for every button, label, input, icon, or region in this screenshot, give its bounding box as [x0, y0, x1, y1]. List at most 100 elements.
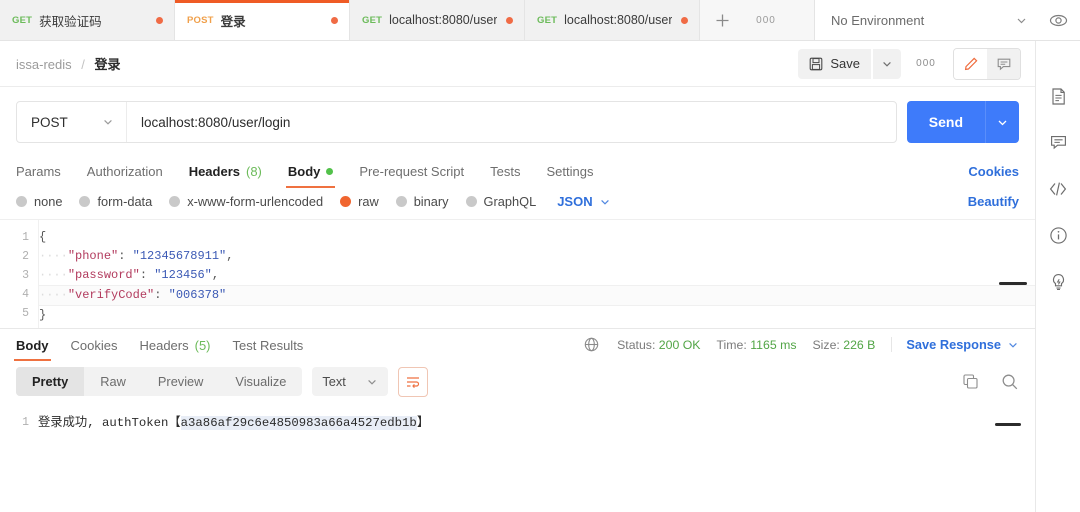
response-auth-token: a3a86af29c6e4850983a66a4527edb1b [180, 415, 417, 430]
editor-horizontal-scrollbar[interactable] [999, 282, 1027, 285]
http-method-value: POST [31, 114, 68, 130]
tab-pre-request-script[interactable]: Pre-request Script [359, 164, 464, 188]
code-line-5: } [39, 306, 1035, 325]
save-response-button[interactable]: Save Response [891, 337, 1019, 352]
document-icon[interactable] [1049, 87, 1068, 106]
tab-params[interactable]: Params [16, 164, 61, 188]
body-type-binary[interactable]: binary [395, 194, 449, 209]
response-horizontal-scrollbar[interactable] [995, 422, 1021, 426]
status-value: 200 OK [658, 337, 701, 352]
tab-settings[interactable]: Settings [547, 164, 594, 188]
environment-selector[interactable]: No Environment [831, 13, 1036, 28]
breadcrumb-collection[interactable]: issa-redis [16, 57, 72, 72]
tab-method-3: GET [537, 14, 558, 26]
response-body-viewer[interactable]: 1 登录成功, authToken【a3a86af29c6e4850983a66… [0, 405, 1035, 512]
body-type-urlencoded[interactable]: x-www-form-urlencoded [169, 194, 323, 209]
tab-headers[interactable]: Headers (8) [189, 164, 262, 188]
response-tab-cookies[interactable]: Cookies [71, 338, 118, 361]
request-tab-2[interactable]: GET localhost:8080/user/in [350, 0, 525, 40]
comment-icon[interactable] [1049, 133, 1068, 152]
tab-params-label: Params [16, 164, 61, 179]
indent: ···· [39, 288, 68, 302]
response-tab-cookies-label: Cookies [70, 338, 118, 353]
punct: : [118, 249, 133, 263]
time-label: Time: [716, 337, 747, 352]
view-mode-visualize[interactable]: Visualize [219, 367, 302, 396]
workspace: issa-redis / 登录 Save 000 POST localhost:… [0, 41, 1080, 512]
breadcrumb-separator: / [81, 57, 85, 72]
request-tab-0[interactable]: GET 获取验证码 [0, 0, 175, 40]
response-tab-test-results[interactable]: Test Results [233, 338, 304, 361]
status-label: Status: [617, 337, 656, 352]
response-tab-body[interactable]: Body [14, 338, 50, 361]
comment-icon[interactable] [987, 48, 1020, 79]
body-type-graphql[interactable]: GraphQL [465, 194, 537, 209]
chevron-down-icon [1015, 14, 1028, 27]
http-method-selector[interactable]: POST [17, 102, 127, 142]
tab-bar: GET 获取验证码 POST 登录 GET localhost:8080/use… [0, 0, 1080, 41]
request-section-tabs: Params Authorization Headers (8) Body Pre… [0, 155, 1035, 188]
tabs-more-button[interactable]: 000 [744, 0, 788, 40]
tab-body[interactable]: Body [285, 164, 335, 188]
url-input[interactable]: localhost:8080/user/login [127, 102, 896, 142]
punct: , [211, 268, 220, 282]
response-tab-headers[interactable]: Headers (5) [139, 338, 210, 361]
environment-label: No Environment [831, 12, 925, 28]
breadcrumb-request: 登录 [94, 57, 121, 72]
response-format-selector[interactable]: Text [312, 367, 389, 396]
save-options-button[interactable] [873, 48, 901, 79]
size-field: Size: 226 B [812, 338, 875, 352]
beautify-link[interactable]: Beautify [968, 194, 1019, 209]
request-tab-3[interactable]: GET localhost:8080/user/pa [525, 0, 700, 40]
indent: ···· [39, 268, 68, 282]
new-tab-button[interactable] [700, 0, 744, 40]
body-type-none-label: none [34, 194, 63, 209]
tab-tests[interactable]: Tests [490, 164, 520, 188]
radio-circle [16, 196, 27, 207]
view-mode-pretty[interactable]: Pretty [16, 367, 85, 396]
line-number: 3 [22, 269, 29, 282]
size-value: 226 B [843, 337, 876, 352]
response-tab-headers-count: (5) [194, 338, 211, 353]
request-body-editor[interactable]: 1 2 3 4 5 { ····"phone": "12345678911", … [0, 219, 1035, 328]
save-button[interactable]: Save [798, 48, 871, 79]
body-type-none[interactable]: none [16, 194, 62, 209]
editor-code-area[interactable]: { ····"phone": "12345678911", ····"passw… [38, 220, 1035, 328]
tab-authorization[interactable]: Authorization [87, 164, 163, 188]
request-tab-1[interactable]: POST 登录 [175, 0, 350, 40]
tab-title-2: localhost:8080/user/in [389, 13, 498, 27]
chevron-down-icon [366, 376, 378, 388]
copy-icon[interactable] [962, 373, 979, 390]
chevron-down-icon [102, 116, 114, 128]
search-icon[interactable] [1001, 373, 1019, 391]
word-wrap-icon[interactable] [398, 366, 429, 397]
body-type-raw[interactable]: raw [340, 194, 379, 209]
body-type-form-data[interactable]: form-data [79, 194, 152, 209]
body-format-value: JSON [557, 194, 593, 209]
line-number: 1 [22, 231, 29, 244]
radio-circle [169, 196, 181, 207]
info-icon[interactable] [1049, 226, 1068, 245]
eye-icon[interactable] [1036, 11, 1080, 30]
view-mode-preview[interactable]: Preview [142, 367, 220, 396]
tab-method-2: GET [362, 14, 383, 26]
tab-headers-label: Headers [188, 164, 240, 179]
indent: ···· [39, 249, 68, 263]
send-button[interactable]: Send [906, 101, 985, 143]
request-response-pane: issa-redis / 登录 Save 000 POST localhost:… [0, 41, 1036, 512]
body-type-graphql-label: GraphQL [483, 194, 537, 209]
status-field: Status: 200 OK [617, 338, 700, 352]
right-sidebar [1036, 41, 1080, 512]
code-icon[interactable] [1048, 179, 1068, 199]
pencil-icon[interactable] [954, 48, 987, 79]
send-options-button[interactable] [985, 101, 1019, 143]
lightbulb-icon[interactable] [1049, 272, 1068, 291]
response-line-1: 登录成功, authToken【a3a86af29c6e4850983a66a4… [38, 413, 1035, 433]
save-label: Save [830, 56, 860, 71]
request-more-button[interactable]: 000 [911, 49, 941, 79]
cookies-link[interactable]: Cookies [968, 164, 1019, 188]
response-text-suffix: 】 [416, 415, 430, 430]
view-mode-raw[interactable]: Raw [84, 367, 142, 396]
view-toggle-group [953, 47, 1021, 80]
body-format-selector[interactable]: JSON [557, 194, 610, 209]
